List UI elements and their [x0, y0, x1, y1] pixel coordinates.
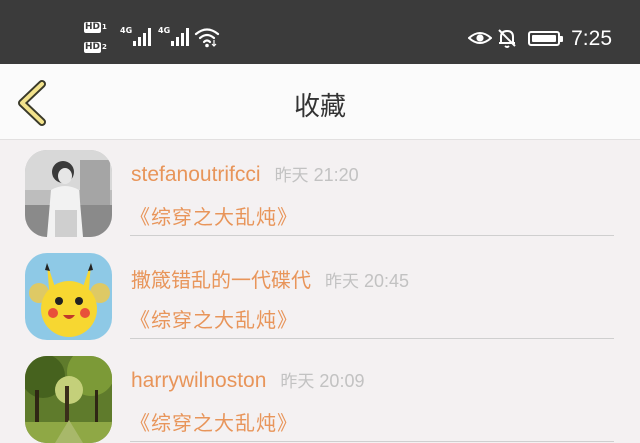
hd-icon: HD 1 [84, 22, 107, 33]
item-header: harrywilnoston 昨天 20:09 [131, 367, 364, 393]
eye-icon [468, 32, 492, 44]
list-item[interactable]: stefanoutrifcci 昨天 21:20 《综穿之大乱炖》 [0, 141, 640, 244]
avatar[interactable] [25, 150, 112, 237]
forest-photo [25, 356, 112, 443]
avatar[interactable] [25, 253, 112, 340]
book-title[interactable]: 《综穿之大乱炖》 [130, 201, 298, 230]
status-bar: HD 1 HD 2 4G 4G 7:25 [0, 0, 640, 64]
favorites-list: stefanoutrifcci 昨天 21:20 《综穿之大乱炖》 撒箴错乱的一… [0, 141, 640, 443]
item-header: stefanoutrifcci 昨天 21:20 [131, 161, 359, 187]
item-content: 撒箴错乱的一代碟代 昨天 20:45 《综穿之大乱炖》 [130, 244, 614, 339]
timestamp: 昨天 20:45 [325, 271, 410, 292]
book-title[interactable]: 《综穿之大乱炖》 [130, 304, 298, 333]
item-content: stefanoutrifcci 昨天 21:20 《综穿之大乱炖》 [130, 141, 614, 236]
book-title[interactable]: 《综穿之大乱炖》 [130, 407, 298, 436]
list-item[interactable]: harrywilnoston 昨天 20:09 《综穿之大乱炖》 [0, 347, 640, 443]
timestamp: 昨天 21:20 [274, 165, 359, 186]
wifi-icon [194, 28, 220, 48]
list-item[interactable]: 撒箴错乱的一代碟代 昨天 20:45 《综穿之大乱炖》 [0, 244, 640, 347]
bell-off-icon [498, 29, 516, 48]
clock: 7:25 [571, 27, 612, 50]
page-title: 收藏 [293, 92, 346, 122]
nav-bar: 收藏 [0, 64, 640, 140]
pikachu-image [25, 253, 112, 340]
avatar[interactable] [25, 356, 112, 443]
person-photo [25, 150, 112, 237]
battery-icon [528, 31, 563, 46]
item-header: 撒箴错乱的一代碟代 昨天 20:45 [131, 264, 409, 293]
username[interactable]: 撒箴错乱的一代碟代 [131, 268, 311, 292]
username[interactable]: stefanoutrifcci [131, 163, 261, 186]
username[interactable]: harrywilnoston [131, 369, 266, 392]
timestamp: 昨天 20:09 [280, 371, 365, 392]
hd-icon: HD 2 [84, 42, 107, 53]
item-content: harrywilnoston 昨天 20:09 《综穿之大乱炖》 [130, 347, 614, 442]
